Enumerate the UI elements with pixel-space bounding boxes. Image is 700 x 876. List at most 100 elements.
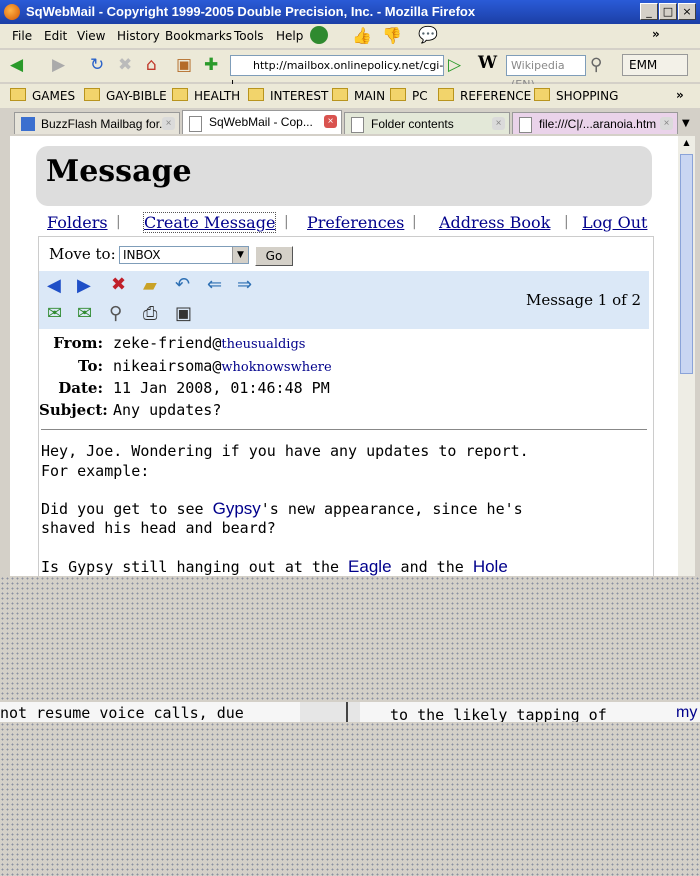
tab-close-icon[interactable]: ×: [660, 117, 673, 130]
folder-icon: [10, 88, 26, 101]
address-book-link[interactable]: Address Book: [439, 213, 550, 232]
bookmark-folder[interactable]: MAIN: [332, 88, 385, 103]
folder-select[interactable]: INBOX ▼: [119, 246, 249, 264]
body-line: Is Gypsy still hanging out at the Eagle …: [41, 557, 508, 576]
maximize-button[interactable]: □: [659, 3, 677, 20]
log-out-link[interactable]: Log Out: [582, 213, 647, 232]
thumbs-down-icon[interactable]: 👎: [382, 26, 402, 45]
separator: |: [116, 214, 121, 230]
navigation-toolbar: ◀ ▶ ↻ ✖ ⌂ ▣ ✚ http://mailbox.onlinepolic…: [0, 50, 700, 91]
tab-list-icon[interactable]: ▼: [682, 118, 690, 129]
bookmark-folder[interactable]: INTEREST: [248, 88, 328, 103]
page-icon: [519, 117, 532, 133]
view-source-icon[interactable]: ⚲: [109, 305, 122, 323]
go-button[interactable]: Go: [255, 246, 293, 266]
menu-tools[interactable]: Tools: [234, 29, 264, 43]
tab-file-paranoia[interactable]: file:///C|/...aranoia.htm ×: [512, 112, 678, 134]
vertical-scrollbar[interactable]: ▲: [678, 136, 695, 576]
to-value: nikeairsoma@whoknowswhere: [113, 357, 332, 375]
stop-icon[interactable]: ✖: [118, 57, 132, 74]
body-line: Did you get to see Gypsy's new appearanc…: [41, 499, 523, 518]
forward-icon[interactable]: ⇒: [237, 276, 252, 294]
separator: |: [412, 214, 417, 230]
previous-message-icon[interactable]: ◀: [47, 277, 61, 295]
menu-history[interactable]: History: [117, 29, 160, 43]
page-content: Message Folders | Create Message | Prefe…: [10, 136, 678, 576]
subject-value: Any updates?: [113, 401, 222, 419]
eagle-link[interactable]: Eagle: [348, 557, 391, 576]
search-input[interactable]: Wikipedia (EN): [506, 55, 586, 91]
bookmark-folder[interactable]: SHOPPING: [534, 88, 618, 103]
bookmark-folder[interactable]: GAMES: [10, 88, 75, 103]
fragment-divider: [300, 702, 360, 722]
next-message-icon[interactable]: ▶: [77, 277, 91, 295]
search-icon[interactable]: ⚲: [590, 57, 602, 74]
folders-link[interactable]: Folders: [47, 213, 108, 232]
chevron-right-icon[interactable]: »: [676, 88, 684, 102]
tab-close-icon[interactable]: ×: [324, 115, 337, 128]
minimize-button[interactable]: _: [640, 3, 658, 20]
tab-close-icon[interactable]: ×: [162, 117, 175, 130]
reply-icon[interactable]: ↶: [175, 276, 190, 294]
tab-sqwebmail[interactable]: SqWebMail - Cop... ×: [182, 110, 342, 134]
from-label: From:: [53, 334, 103, 352]
forward-attachment-icon[interactable]: ✉: [47, 305, 62, 323]
divider: [41, 429, 647, 430]
reply-all-icon[interactable]: ⇐: [207, 276, 222, 294]
redirect-icon[interactable]: ✉: [77, 305, 92, 323]
message-panel: Move to: INBOX ▼ Go ◀ ▶ ✖ ▰ ↶ ⇐ ⇒ ✉ ✉ ⚲ ⎙…: [38, 236, 654, 576]
folder-icon: [534, 88, 550, 101]
scroll-up-icon[interactable]: ▲: [680, 138, 693, 152]
message-header-panel: Message: [36, 146, 652, 206]
scroll-thumb[interactable]: [680, 154, 693, 374]
message-toolbar: ◀ ▶ ✖ ▰ ↶ ⇐ ⇒ ✉ ✉ ⚲ ⎙ ▣ Message 1 of 2: [39, 271, 649, 329]
bookmark-folder[interactable]: REFERENCE: [438, 88, 531, 103]
date-label: Date:: [58, 379, 103, 397]
home-icon[interactable]: ⌂: [146, 57, 157, 74]
close-button[interactable]: ×: [678, 3, 696, 20]
bookmark-folder[interactable]: HEALTH: [172, 88, 240, 103]
comment-icon[interactable]: 💬: [418, 25, 438, 44]
to-label: To:: [78, 357, 103, 375]
chevron-down-icon[interactable]: ▼: [232, 247, 248, 263]
go-arrow-icon[interactable]: ▷: [448, 57, 461, 74]
menu-bookmarks[interactable]: Bookmarks: [165, 29, 232, 43]
thumbs-up-icon[interactable]: 👍: [352, 26, 372, 45]
tab-buzzflash[interactable]: BuzzFlash Mailbag for... ×: [14, 112, 180, 134]
fragment-link[interactable]: my: [676, 704, 697, 722]
menu-file[interactable]: File: [12, 29, 32, 43]
menu-help[interactable]: Help: [276, 29, 303, 43]
delete-icon[interactable]: ✖: [111, 276, 126, 294]
message-count: Message 1 of 2: [525, 291, 641, 309]
stumbleupon-icon[interactable]: [310, 26, 328, 44]
date-value: 11 Jan 2008, 01:46:48 PM: [113, 379, 330, 397]
emm-label: EMM: [629, 58, 658, 72]
address-bar[interactable]: http://mailbox.onlinepolicy.net/cgi-l: [230, 55, 444, 91]
preferences-link[interactable]: Preferences: [307, 213, 404, 232]
gypsy-link[interactable]: Gypsy: [213, 499, 261, 518]
chevron-right-icon[interactable]: »: [652, 27, 660, 41]
feed-icon[interactable]: ▣: [176, 57, 192, 74]
wikipedia-icon[interactable]: W: [478, 55, 497, 72]
forward-icon[interactable]: ▶: [52, 57, 65, 74]
window-title: SqWebMail - Copyright 1999-2005 Double P…: [26, 4, 476, 19]
move-folder-icon[interactable]: ▰: [143, 277, 157, 295]
menu-edit[interactable]: Edit: [44, 29, 67, 43]
firefox-icon: [4, 4, 20, 20]
bookmark-folder[interactable]: PC: [390, 88, 428, 103]
tab-close-icon[interactable]: ×: [492, 117, 505, 130]
back-icon[interactable]: ◀: [10, 57, 23, 74]
tab-folder-contents[interactable]: Folder contents ×: [344, 112, 510, 134]
body-line: Hey, Joe. Wondering if you have any upda…: [41, 442, 529, 460]
bookmark-icon[interactable]: ✚: [204, 57, 218, 74]
print-icon[interactable]: ⎙: [143, 305, 157, 323]
menu-view[interactable]: View: [77, 29, 105, 43]
page-icon: [21, 117, 35, 131]
reload-icon[interactable]: ↻: [90, 57, 104, 74]
hole-link[interactable]: Hole: [473, 557, 508, 576]
save-icon[interactable]: ▣: [175, 305, 192, 323]
bookmark-folder[interactable]: GAY-BIBLE: [84, 88, 167, 103]
emm-button[interactable]: EMM: [622, 54, 688, 76]
create-message-link[interactable]: Create Message: [142, 212, 277, 233]
folder-icon: [332, 88, 348, 101]
